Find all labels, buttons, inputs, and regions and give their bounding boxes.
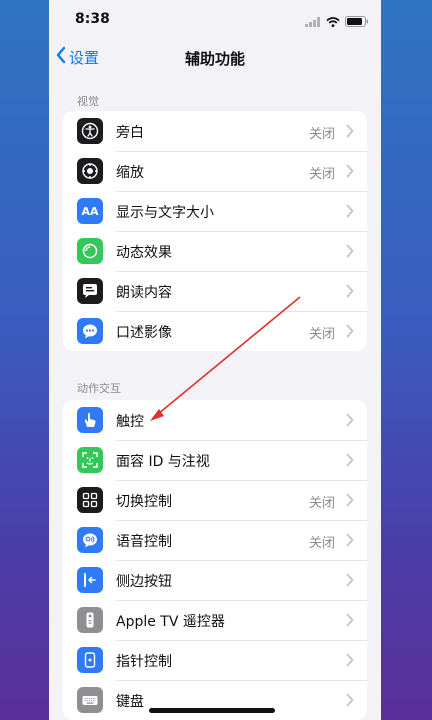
annotation-arrow (150, 296, 301, 421)
